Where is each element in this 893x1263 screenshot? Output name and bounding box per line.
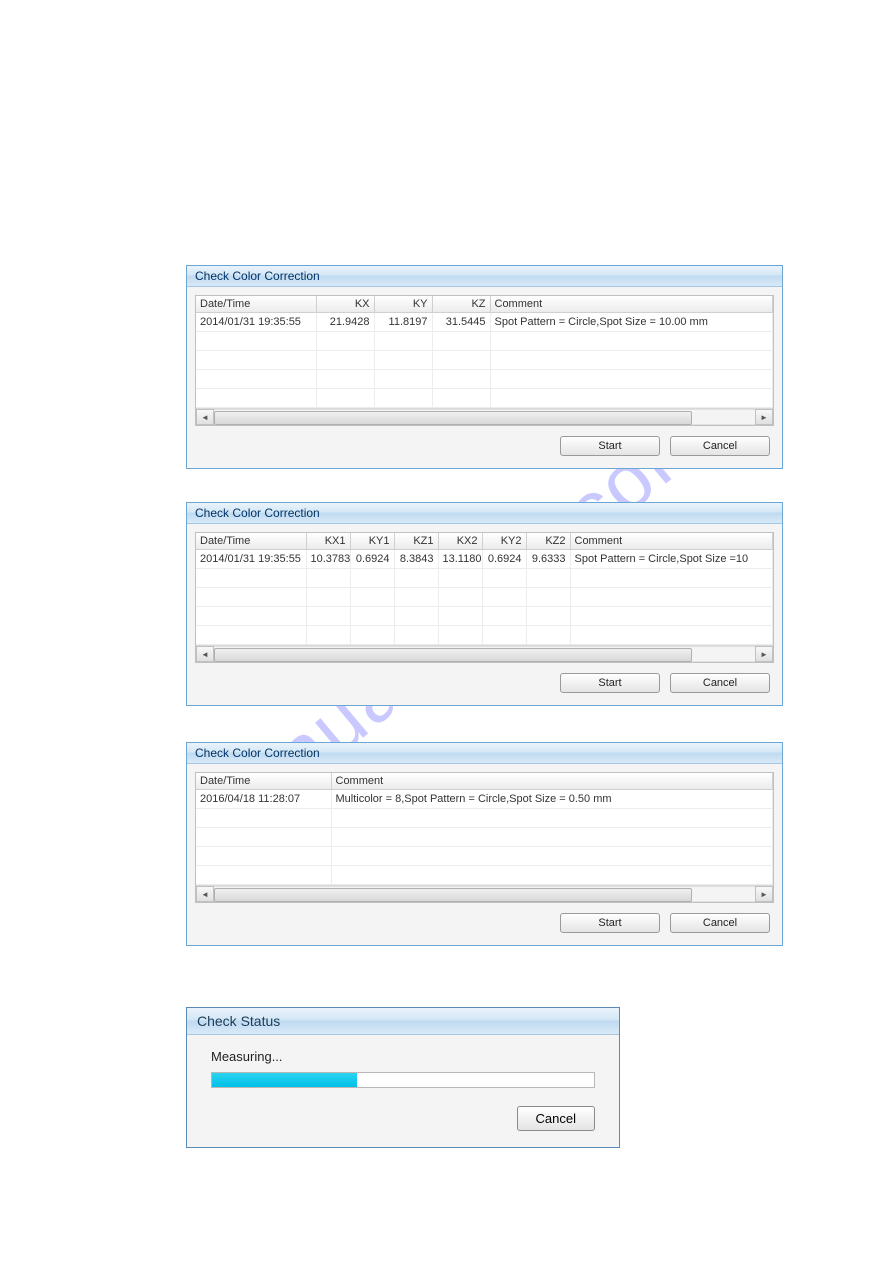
table-row (196, 569, 773, 588)
results-table-wrap: Date/Time KX1 KY1 KZ1 KX2 KY2 KZ2 Commen… (195, 532, 774, 663)
cell-kz: 31.5445 (432, 313, 490, 332)
table-row (196, 370, 773, 389)
cell-ky: 11.8197 (374, 313, 432, 332)
table-row (196, 626, 773, 645)
results-table: Date/Time KX1 KY1 KZ1 KX2 KY2 KZ2 Commen… (196, 533, 773, 645)
cell-comment: Multicolor = 8,Spot Pattern = Circle,Spo… (331, 790, 773, 809)
col-ky[interactable]: KY (374, 296, 432, 313)
col-ky2[interactable]: KY2 (482, 533, 526, 550)
dialog-title: Check Color Correction (187, 266, 782, 287)
scroll-right-icon[interactable]: ► (755, 409, 773, 425)
col-kx[interactable]: KX (316, 296, 374, 313)
scroll-right-icon[interactable]: ► (755, 646, 773, 662)
table-row[interactable]: 2016/04/18 11:28:07 Multicolor = 8,Spot … (196, 790, 773, 809)
col-kx2[interactable]: KX2 (438, 533, 482, 550)
dialog-check-status: Check Status Measuring... Cancel (186, 1007, 620, 1148)
cell-kx: 21.9428 (316, 313, 374, 332)
dialog-body: Date/Time KX1 KY1 KZ1 KX2 KY2 KZ2 Commen… (187, 524, 782, 705)
col-kz2[interactable]: KZ2 (526, 533, 570, 550)
cell-ky2: 0.6924 (482, 550, 526, 569)
table-row (196, 866, 773, 885)
dialog-title: Check Status (187, 1008, 619, 1035)
button-row: Start Cancel (195, 663, 774, 697)
table-row (196, 607, 773, 626)
cell-kz1: 8.3843 (394, 550, 438, 569)
dialog-check-color-correction-1: Check Color Correction Date/Time KX KY K… (186, 265, 783, 469)
scroll-right-icon[interactable]: ► (755, 886, 773, 902)
col-comment[interactable]: Comment (331, 773, 773, 790)
col-comment[interactable]: Comment (490, 296, 773, 313)
dialog-check-color-correction-3: Check Color Correction Date/Time Comment… (186, 742, 783, 946)
horizontal-scrollbar[interactable]: ◄ ► (196, 885, 773, 902)
button-row: Start Cancel (195, 426, 774, 460)
results-table-wrap: Date/Time KX KY KZ Comment 2014/01/31 19… (195, 295, 774, 426)
table-row (196, 588, 773, 607)
table-row[interactable]: 2014/01/31 19:35:55 10.3783 0.6924 8.384… (196, 550, 773, 569)
start-button[interactable]: Start (560, 913, 660, 933)
table-header-row: Date/Time Comment (196, 773, 773, 790)
table-row (196, 828, 773, 847)
scroll-thumb[interactable] (214, 888, 692, 902)
table-row[interactable]: 2014/01/31 19:35:55 21.9428 11.8197 31.5… (196, 313, 773, 332)
status-label: Measuring... (211, 1049, 595, 1064)
start-button[interactable]: Start (560, 673, 660, 693)
cell-comment: Spot Pattern = Circle,Spot Size =10 (570, 550, 773, 569)
cell-kx2: 13.1180 (438, 550, 482, 569)
scroll-thumb[interactable] (214, 648, 692, 662)
button-row: Cancel (211, 1106, 595, 1131)
table-header-row: Date/Time KX1 KY1 KZ1 KX2 KY2 KZ2 Commen… (196, 533, 773, 550)
dialog-body: Date/Time KX KY KZ Comment 2014/01/31 19… (187, 287, 782, 468)
scroll-thumb[interactable] (214, 411, 692, 425)
horizontal-scrollbar[interactable]: ◄ ► (196, 645, 773, 662)
scroll-left-icon[interactable]: ◄ (196, 409, 214, 425)
cancel-button[interactable]: Cancel (670, 913, 770, 933)
cell-datetime: 2014/01/31 19:35:55 (196, 313, 316, 332)
col-datetime[interactable]: Date/Time (196, 533, 306, 550)
table-header-row: Date/Time KX KY KZ Comment (196, 296, 773, 313)
scroll-track[interactable] (214, 646, 755, 662)
col-kx1[interactable]: KX1 (306, 533, 350, 550)
results-table-wrap: Date/Time Comment 2016/04/18 11:28:07 Mu… (195, 772, 774, 903)
scroll-track[interactable] (214, 886, 755, 902)
col-comment[interactable]: Comment (570, 533, 773, 550)
table-row (196, 847, 773, 866)
scroll-left-icon[interactable]: ◄ (196, 646, 214, 662)
cell-comment: Spot Pattern = Circle,Spot Size = 10.00 … (490, 313, 773, 332)
results-table: Date/Time KX KY KZ Comment 2014/01/31 19… (196, 296, 773, 408)
table-row (196, 809, 773, 828)
col-kz1[interactable]: KZ1 (394, 533, 438, 550)
results-table: Date/Time Comment 2016/04/18 11:28:07 Mu… (196, 773, 773, 885)
col-kz[interactable]: KZ (432, 296, 490, 313)
col-datetime[interactable]: Date/Time (196, 296, 316, 313)
scroll-track[interactable] (214, 409, 755, 425)
dialog-body: Measuring... Cancel (187, 1035, 619, 1147)
dialog-title: Check Color Correction (187, 743, 782, 764)
button-row: Start Cancel (195, 903, 774, 937)
horizontal-scrollbar[interactable]: ◄ ► (196, 408, 773, 425)
scroll-left-icon[interactable]: ◄ (196, 886, 214, 902)
col-ky1[interactable]: KY1 (350, 533, 394, 550)
progress-bar (211, 1072, 595, 1088)
cancel-button[interactable]: Cancel (670, 436, 770, 456)
table-row (196, 389, 773, 408)
table-row (196, 332, 773, 351)
table-row (196, 351, 773, 370)
dialog-title: Check Color Correction (187, 503, 782, 524)
col-datetime[interactable]: Date/Time (196, 773, 331, 790)
start-button[interactable]: Start (560, 436, 660, 456)
cancel-button[interactable]: Cancel (670, 673, 770, 693)
cell-kz2: 9.6333 (526, 550, 570, 569)
cell-kx1: 10.3783 (306, 550, 350, 569)
cell-datetime: 2014/01/31 19:35:55 (196, 550, 306, 569)
progress-fill (212, 1073, 357, 1087)
cancel-button[interactable]: Cancel (517, 1106, 595, 1131)
cell-datetime: 2016/04/18 11:28:07 (196, 790, 331, 809)
cell-ky1: 0.6924 (350, 550, 394, 569)
dialog-body: Date/Time Comment 2016/04/18 11:28:07 Mu… (187, 764, 782, 945)
dialog-check-color-correction-2: Check Color Correction Date/Time KX1 KY1… (186, 502, 783, 706)
